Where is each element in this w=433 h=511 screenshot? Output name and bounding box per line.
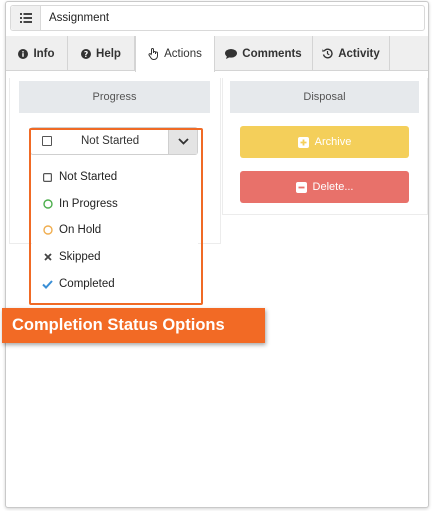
history-icon [322, 48, 333, 59]
tab-activity-label: Activity [338, 47, 380, 60]
tab-info[interactable]: Info [6, 36, 68, 71]
info-circle-icon [18, 48, 29, 59]
tab-actions-label: Actions [164, 48, 202, 60]
tab-help-label: Help [96, 47, 121, 60]
progress-heading-label: Progress [92, 91, 137, 103]
tab-actions[interactable]: Actions [135, 36, 215, 72]
tab-comments[interactable]: Comments [215, 36, 313, 71]
callout-label: Completion Status Options [2, 308, 265, 343]
list-menu-button[interactable] [11, 6, 41, 30]
minus-square-icon [295, 181, 307, 193]
tab-activity[interactable]: Activity [313, 36, 390, 71]
disposal-heading-label: Disposal [303, 91, 346, 103]
hand-pointer-icon [148, 48, 159, 60]
callout-text: Completion Status Options [12, 316, 225, 334]
delete-button-label: Delete... [312, 181, 354, 193]
comment-icon [225, 48, 238, 59]
title-bar: Assignment [10, 5, 425, 31]
tab-comments-label: Comments [242, 47, 302, 60]
list-icon [19, 13, 32, 23]
delete-button[interactable]: Delete... [240, 171, 409, 203]
svg-text:?: ? [84, 50, 88, 59]
tab-help[interactable]: ? Help [68, 36, 135, 71]
archive-button-label: Archive [314, 136, 352, 148]
question-circle-icon: ? [81, 48, 92, 59]
progress-heading: Progress [19, 81, 210, 113]
tab-bar: Info ? Help Actions Comments Activity [6, 36, 428, 72]
page-title: Assignment [49, 12, 110, 24]
tab-info-label: Info [33, 47, 55, 60]
disposal-heading: Disposal [230, 81, 419, 113]
plus-square-icon [297, 136, 309, 148]
callout-highlight-frame [29, 128, 203, 305]
archive-button[interactable]: Archive [240, 126, 409, 158]
